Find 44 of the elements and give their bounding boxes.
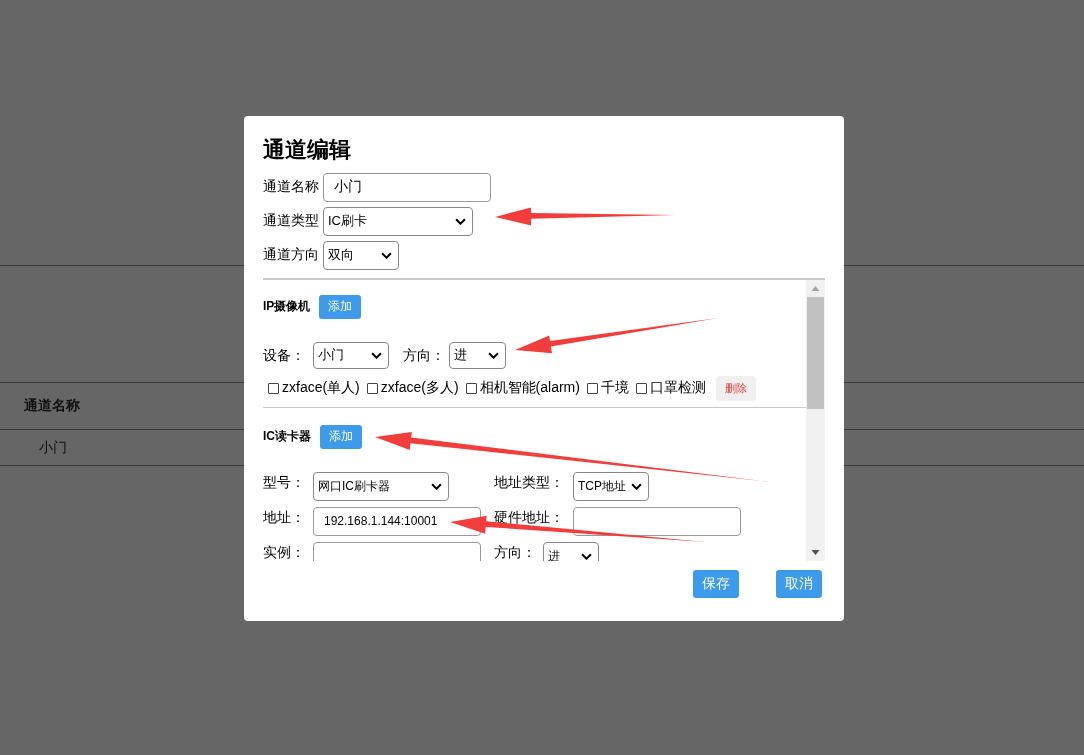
select-field[interactable]: 进	[449, 341, 506, 369]
chevron-icon	[371, 351, 382, 359]
field-label: 方向：	[494, 544, 537, 560]
chevron-icon	[488, 351, 499, 359]
field-label: 通道方向	[263, 246, 319, 264]
checkbox[interactable]	[268, 382, 279, 394]
chevron-icon	[455, 217, 466, 225]
scroll-down-icon[interactable]	[811, 550, 820, 555]
input-field[interactable]: 192.168.1.144:10001	[313, 506, 481, 536]
chevron-icon	[631, 482, 642, 490]
field-label: 实例：	[263, 544, 306, 560]
select-field[interactable]: 小门	[313, 341, 389, 369]
scrollbar[interactable]	[806, 280, 825, 561]
checkbox[interactable]	[586, 382, 598, 394]
checkbox-label: 千境	[600, 379, 629, 397]
field-label: 硬件地址：	[494, 509, 565, 525]
field-label: 型号：	[263, 474, 306, 490]
field-label: 地址：	[263, 509, 306, 525]
delete-button[interactable]: 删除	[715, 375, 756, 401]
select-field[interactable]: IC刷卡	[323, 206, 473, 236]
chevron-icon	[581, 552, 592, 560]
input-field[interactable]: 小门	[323, 172, 491, 202]
field-label: 设备：	[263, 347, 305, 363]
select-field[interactable]: 进	[543, 541, 599, 561]
select-field[interactable]: 双向	[323, 240, 399, 270]
field-label: 通道类型	[263, 212, 319, 230]
checkbox[interactable]	[635, 382, 647, 394]
checkbox-label: 口罩检测	[649, 379, 706, 397]
section-title: IP摄像机	[263, 298, 311, 315]
dialog-title: 通道编辑	[263, 136, 352, 164]
checkbox[interactable]	[465, 382, 477, 394]
input-field[interactable]	[573, 506, 741, 536]
select-field[interactable]: 网口IC刷卡器	[313, 471, 449, 501]
chevron-icon	[431, 482, 442, 490]
select-field[interactable]: TCP地址	[573, 471, 649, 501]
field-label: 通道名称	[263, 178, 319, 196]
field-label: 方向：	[403, 347, 445, 363]
field-label: 地址类型：	[494, 474, 565, 490]
checkbox-label: zxface(单人)	[282, 379, 360, 397]
chevron-icon	[381, 251, 392, 259]
checkbox-label: 相机智能(alarm)	[479, 379, 580, 397]
section-title: IC读卡器	[263, 428, 311, 445]
checkbox-label: zxface(多人)	[380, 379, 459, 397]
checkbox[interactable]	[366, 382, 378, 394]
